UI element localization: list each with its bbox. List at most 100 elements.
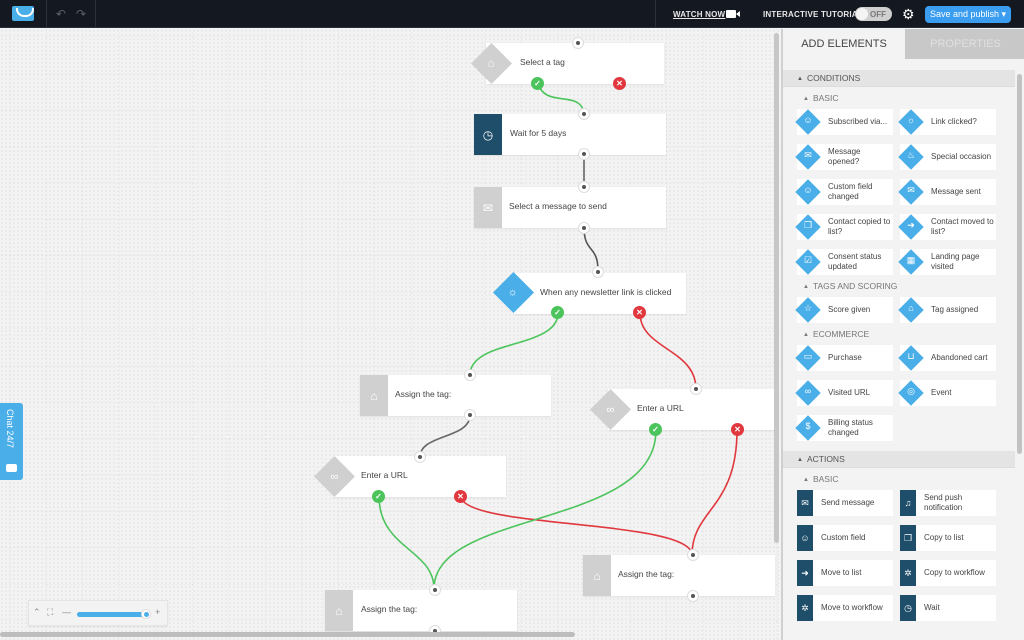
subsection-ecommerce[interactable]: ▲ ECOMMERCE — [783, 327, 1015, 341]
save-and-publish-button[interactable]: Save and publish ▾ — [925, 6, 1011, 23]
input-port[interactable] — [578, 181, 590, 193]
redo-icon[interactable]: ↷ — [76, 7, 86, 21]
interactive-tutorial-label: INTERACTIVE TUTORIAL — [763, 10, 863, 19]
condition-card[interactable]: ∞ Visited URL — [795, 380, 893, 406]
input-port[interactable] — [429, 584, 441, 596]
no-port[interactable]: ✕ — [613, 77, 626, 90]
yes-port[interactable]: ✓ — [372, 490, 385, 503]
canvas-vertical-scrollbar[interactable] — [774, 33, 779, 543]
input-port[interactable] — [414, 451, 426, 463]
condition-card[interactable]: ☆ Score given — [795, 297, 893, 323]
card-label: Billing status changed — [828, 418, 873, 437]
no-port[interactable]: ✕ — [633, 306, 646, 319]
node-label: Assign the tag: — [395, 389, 452, 399]
video-camera-icon[interactable] — [726, 10, 740, 18]
output-port[interactable] — [578, 222, 590, 234]
subsection-actions-basic[interactable]: ▲ BASIC — [783, 472, 1015, 486]
user-icon: ☺ — [803, 115, 813, 125]
input-port[interactable] — [572, 37, 584, 49]
workflow-node-select-tag[interactable]: Select a tag — [486, 43, 664, 84]
zoom-in-icon[interactable]: + — [155, 607, 160, 617]
gear-icon[interactable]: ⚙ — [902, 6, 915, 23]
input-port[interactable] — [464, 369, 476, 381]
yes-port[interactable]: ✓ — [649, 423, 662, 436]
tab-add-elements[interactable]: ADD ELEMENTS — [783, 29, 905, 59]
condition-card[interactable]: ☺ Subscribed via... — [795, 109, 893, 135]
collapse-up-icon[interactable]: ⌃ — [33, 607, 41, 618]
card-label: Link clicked? — [931, 117, 977, 126]
condition-card[interactable]: ☼ Link clicked? — [898, 109, 996, 135]
action-card[interactable]: ◷ Wait — [900, 595, 996, 621]
condition-card[interactable]: ⊔ Abandoned cart — [898, 345, 996, 371]
action-card[interactable]: ❐ Copy to list — [900, 525, 996, 551]
node-label: Enter a URL — [637, 403, 684, 413]
panel-scrollbar[interactable] — [1017, 74, 1022, 454]
output-port[interactable] — [578, 148, 590, 160]
condition-card[interactable]: ➜ Contact moved to list? — [898, 214, 996, 240]
tutorial-toggle[interactable]: OFF — [855, 7, 892, 21]
zoom-slider-handle[interactable] — [141, 609, 151, 619]
watch-now-link[interactable]: WATCH NOW — [673, 10, 725, 19]
chat-button[interactable]: Chat 24/7 — [0, 403, 23, 480]
tab-properties[interactable]: PROPERTIES — [905, 29, 1024, 59]
condition-card[interactable]: ♨ Special occasion — [898, 144, 996, 170]
condition-card[interactable]: ▭ Purchase — [795, 345, 893, 371]
input-port[interactable] — [690, 383, 702, 395]
card-label: Tag assigned — [931, 305, 979, 314]
canvas-horizontal-scrollbar[interactable] — [0, 632, 575, 637]
condition-card[interactable]: ☑ Consent status updated — [795, 249, 893, 275]
subsection-basic[interactable]: ▲ BASIC — [783, 91, 1015, 105]
section-conditions[interactable]: ▲ CONDITIONS — [783, 70, 1015, 87]
fit-screen-icon[interactable]: ⛶ — [47, 607, 53, 618]
divider — [95, 0, 96, 28]
workflow-node-assign-tag[interactable]: ⌂ Assign the tag: — [325, 590, 517, 631]
condition-card[interactable]: ◎ Event — [898, 380, 996, 406]
condition-card[interactable]: ✉ Message sent — [898, 179, 996, 205]
workflow-node-wait[interactable]: ◷ Wait for 5 days — [474, 114, 666, 155]
divider — [655, 0, 656, 28]
no-port[interactable]: ✕ — [731, 423, 744, 436]
copy-icon: ❐ — [900, 525, 916, 551]
yes-port[interactable]: ✓ — [531, 77, 544, 90]
action-card[interactable]: ✲ Move to workflow — [797, 595, 893, 621]
action-card[interactable]: ✉ Send message — [797, 490, 893, 516]
condition-card[interactable]: $ Billing status changed — [795, 415, 893, 441]
input-port[interactable] — [592, 266, 604, 278]
action-card[interactable]: ♫ Send push notification — [900, 490, 996, 516]
input-port[interactable] — [578, 108, 590, 120]
condition-card[interactable]: ☺ Custom field changed — [795, 179, 893, 205]
link-click-icon: ☼ — [906, 115, 916, 125]
section-actions[interactable]: ▲ ACTIONS — [783, 451, 1015, 468]
workflow-canvas[interactable]: Select a tag ⌂ ✓ ✕ ◷ Wait for 5 days ✉ S… — [0, 29, 781, 640]
condition-card[interactable]: ✉ Message opened? — [795, 144, 893, 170]
card-label: Subscribed via... — [828, 117, 888, 126]
logo-icon[interactable] — [12, 6, 34, 21]
no-port[interactable]: ✕ — [454, 490, 467, 503]
arrow-circle-icon: ➜ — [907, 220, 915, 230]
top-bar: ↶ ↷ WATCH NOW INTERACTIVE TUTORIAL OFF ⚙… — [0, 0, 1024, 28]
action-card[interactable]: ☺ Custom field — [797, 525, 893, 551]
workflow-node-assign-tag[interactable]: ⌂ Assign the tag: — [583, 555, 775, 596]
condition-card[interactable]: ▦ Landing page visited — [898, 249, 996, 275]
undo-icon[interactable]: ↶ — [56, 7, 66, 21]
toggle-knob — [856, 8, 868, 20]
elements-list: ▲ CONDITIONS ▲ BASIC ☺ Subscribed via... ☼ Li… — [783, 70, 1015, 640]
workflow-node-select-message[interactable]: ✉ Select a message to send — [474, 187, 666, 228]
condition-card[interactable]: ❐ Contact copied to list? — [795, 214, 893, 240]
tag-icon: ⌂ — [908, 303, 914, 313]
condition-card[interactable]: ⌂ Tag assigned — [898, 297, 996, 323]
workflow-node-enter-url[interactable]: Enter a URL — [608, 389, 778, 430]
workflow-node-assign-tag[interactable]: ⌂ Assign the tag: — [360, 375, 551, 416]
action-card[interactable]: ➜ Move to list — [797, 560, 893, 586]
yes-port[interactable]: ✓ — [551, 306, 564, 319]
zoom-slider[interactable] — [77, 609, 151, 619]
layout-icon: ▦ — [906, 255, 916, 265]
bell-icon: ♫ — [900, 490, 916, 516]
output-port[interactable] — [464, 409, 476, 421]
subsection-tags-scoring[interactable]: ▲ TAGS AND SCORING — [783, 279, 1015, 293]
workflow-node-newsletter-link[interactable]: When any newsletter link is clicked — [514, 273, 686, 314]
zoom-out-icon[interactable]: — — [62, 607, 71, 617]
input-port[interactable] — [687, 549, 699, 561]
output-port[interactable] — [687, 590, 699, 602]
action-card[interactable]: ✲ Copy to workflow — [900, 560, 996, 586]
